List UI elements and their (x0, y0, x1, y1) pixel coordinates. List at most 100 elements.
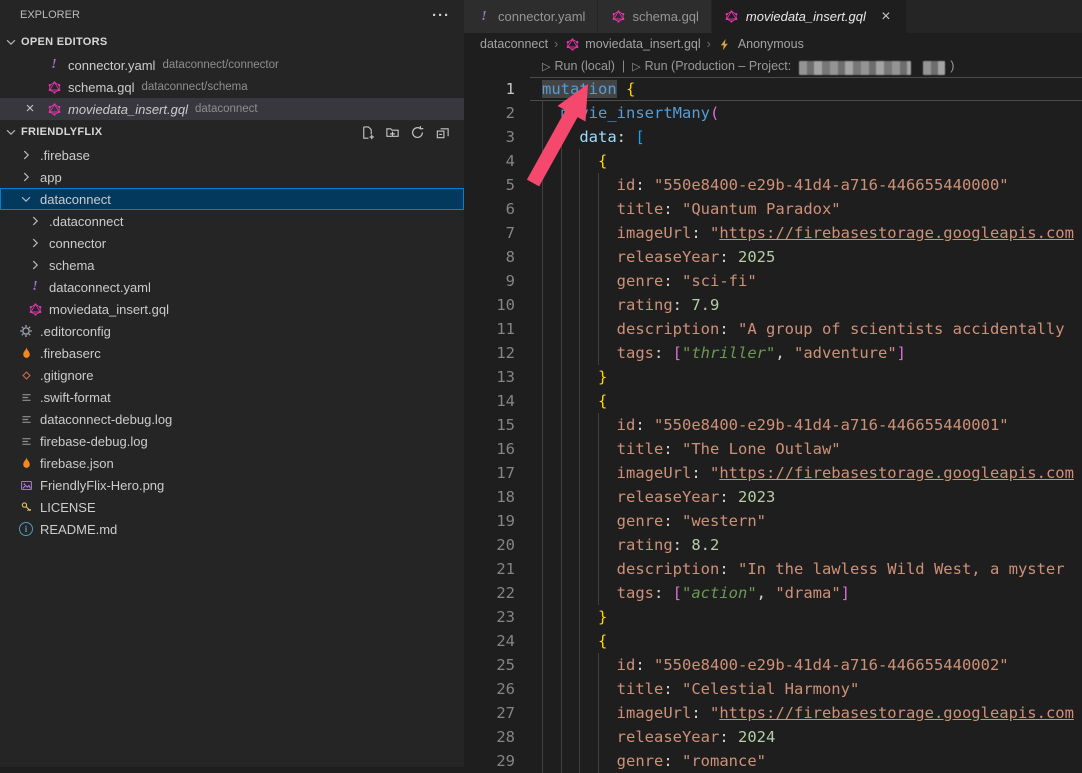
code-line-21[interactable]: 21 description: "In the lawless Wild Wes… (464, 557, 1082, 581)
code-line-5[interactable]: 5 id: "550e8400-e29b-41d4-a716-446655440… (464, 173, 1082, 197)
redacted-project-name (799, 61, 911, 75)
tab-connector.yaml[interactable]: !connector.yaml (464, 0, 597, 33)
indent-guide (598, 269, 599, 293)
code-line-7[interactable]: 7 imageUrl: "https://firebasestorage.goo… (464, 221, 1082, 245)
new-file-icon[interactable] (359, 124, 375, 140)
code-line-4[interactable]: 4 { (464, 149, 1082, 173)
run-production-link[interactable]: ▷ Run (Production – Project: ) (632, 59, 954, 73)
open-editor-item-schema.gql[interactable]: schema.gqldataconnect/schema (0, 76, 464, 98)
code-line-24[interactable]: 24 { (464, 629, 1082, 653)
code-line-27[interactable]: 27 imageUrl: "https://firebasestorage.go… (464, 701, 1082, 725)
code-line-25[interactable]: 25 id: "550e8400-e29b-41d4-a716-44665544… (464, 653, 1082, 677)
code-line-20[interactable]: 20 rating: 8.2 (464, 533, 1082, 557)
open-editors-header[interactable]: OPEN EDITORS (0, 30, 464, 54)
code-line-17[interactable]: 17 imageUrl: "https://firebasestorage.go… (464, 461, 1082, 485)
project-section-header[interactable]: FRIENDLYFLIX (0, 120, 464, 144)
tree-item-.gitignore[interactable]: .gitignore (0, 364, 464, 386)
tree-item-moviedata_insert.gql[interactable]: moviedata_insert.gql (0, 298, 464, 320)
open-editor-item-moviedata_insert.gql[interactable]: × moviedata_insert.gqldataconnect (0, 98, 464, 120)
code-line-29[interactable]: 29 genre: "romance" (464, 749, 1082, 773)
indent-guide (542, 701, 543, 725)
indent-guide (542, 413, 543, 437)
tree-item-schema[interactable]: schema (0, 254, 464, 276)
code-line-28[interactable]: 28 releaseYear: 2024 (464, 725, 1082, 749)
tree-item-.firebase[interactable]: .firebase (0, 144, 464, 166)
tree-item-firebase-debug.log[interactable]: firebase-debug.log (0, 430, 464, 452)
codelens-separator: | (622, 59, 625, 73)
indent-guide (579, 701, 580, 725)
code-line-8[interactable]: 8 releaseYear: 2025 (464, 245, 1082, 269)
indent-guide (561, 269, 562, 293)
file-name: firebase-debug.log (40, 434, 148, 449)
tree-item-firebase.json[interactable]: firebase.json (0, 452, 464, 474)
line-number: 4 (464, 149, 542, 173)
tree-item-dataconnect.yaml[interactable]: !dataconnect.yaml (0, 276, 464, 298)
breadcrumb-item-file[interactable]: moviedata_insert.gql (564, 36, 700, 52)
new-folder-icon[interactable] (384, 124, 400, 140)
close-icon[interactable]: × (22, 101, 38, 117)
code-line-12[interactable]: 12 tags: ["thriller", "adventure"] (464, 341, 1082, 365)
code-line-19[interactable]: 19 genre: "western" (464, 509, 1082, 533)
code-line-content: releaseYear: 2024 (542, 725, 775, 749)
tree-item-dataconnect-debug.log[interactable]: dataconnect-debug.log (0, 408, 464, 430)
code-line-content: data: [ (542, 125, 645, 149)
indent-guide (598, 677, 599, 701)
code-line-2[interactable]: 2 movie_insertMany( (464, 101, 1082, 125)
tree-item-.swift-format[interactable]: .swift-format (0, 386, 464, 408)
indent-guide (579, 629, 580, 653)
indent-guide (561, 437, 562, 461)
more-actions-icon[interactable]: ··· (432, 7, 450, 24)
tree-item-LICENSE[interactable]: LICENSE (0, 496, 464, 518)
run-local-link[interactable]: ▷ Run (local) (542, 59, 615, 73)
breadcrumb-item-symbol[interactable]: Anonymous (717, 36, 804, 52)
code-line-15[interactable]: 15 id: "550e8400-e29b-41d4-a716-44665544… (464, 413, 1082, 437)
explorer-title: EXPLORER (20, 9, 80, 21)
open-editors-list: !connector.yamldataconnect/connector sch… (0, 54, 464, 120)
indent-guide (579, 317, 580, 341)
code-line-9[interactable]: 9 genre: "sci-fi" (464, 269, 1082, 293)
code-line-6[interactable]: 6 title: "Quantum Paradox" (464, 197, 1082, 221)
open-editor-item-connector.yaml[interactable]: !connector.yamldataconnect/connector (0, 54, 464, 76)
redacted-project-id (923, 61, 945, 75)
indent-guide (561, 605, 562, 629)
indent-guide (579, 653, 580, 677)
refresh-icon[interactable] (409, 124, 425, 140)
tree-item-FriendlyFlix-Hero.png[interactable]: FriendlyFlix-Hero.png (0, 474, 464, 496)
line-number: 7 (464, 221, 542, 245)
indent-guide (579, 293, 580, 317)
collapse-all-icon[interactable] (434, 124, 450, 140)
code-line-1[interactable]: 1mutation { (464, 77, 1082, 101)
code-line-18[interactable]: 18 releaseYear: 2023 (464, 485, 1082, 509)
code-line-14[interactable]: 14 { (464, 389, 1082, 413)
code-line-content: } (542, 365, 607, 389)
breadcrumb-item-folder[interactable]: dataconnect (480, 37, 548, 51)
tree-item-dataconnect[interactable]: dataconnect (0, 188, 464, 210)
line-number: 17 (464, 461, 542, 485)
tree-item-connector[interactable]: connector (0, 232, 464, 254)
indent-guide (542, 101, 543, 125)
tab-moviedata_insert.gql[interactable]: moviedata_insert.gql× (712, 0, 906, 33)
tree-item-.dataconnect[interactable]: .dataconnect (0, 210, 464, 232)
code-line-16[interactable]: 16 title: "The Lone Outlaw" (464, 437, 1082, 461)
tree-item-app[interactable]: app (0, 166, 464, 188)
code-line-13[interactable]: 13 } (464, 365, 1082, 389)
close-icon[interactable]: × (878, 8, 894, 26)
git-icon (18, 367, 34, 383)
code-line-22[interactable]: 22 tags: ["action", "drama"] (464, 581, 1082, 605)
indent-guide (561, 461, 562, 485)
code-line-10[interactable]: 10 rating: 7.9 (464, 293, 1082, 317)
tree-item-.editorconfig[interactable]: .editorconfig (0, 320, 464, 342)
indent-guide (598, 173, 599, 197)
code-editor[interactable]: 1mutation {2 movie_insertMany(3 data: [4… (464, 77, 1082, 773)
file-name: firebase.json (40, 456, 114, 471)
code-line-23[interactable]: 23 } (464, 605, 1082, 629)
code-line-26[interactable]: 26 title: "Celestial Harmony" (464, 677, 1082, 701)
indent-guide (598, 533, 599, 557)
tab-schema.gql[interactable]: schema.gql (598, 0, 710, 33)
code-line-11[interactable]: 11 description: "A group of scientists a… (464, 317, 1082, 341)
tree-item-README.md[interactable]: iREADME.md (0, 518, 464, 540)
tree-item-.firebaserc[interactable]: .firebaserc (0, 342, 464, 364)
code-line-3[interactable]: 3 data: [ (464, 125, 1082, 149)
indent-guide (579, 221, 580, 245)
code-line-content: rating: 7.9 (542, 293, 719, 317)
